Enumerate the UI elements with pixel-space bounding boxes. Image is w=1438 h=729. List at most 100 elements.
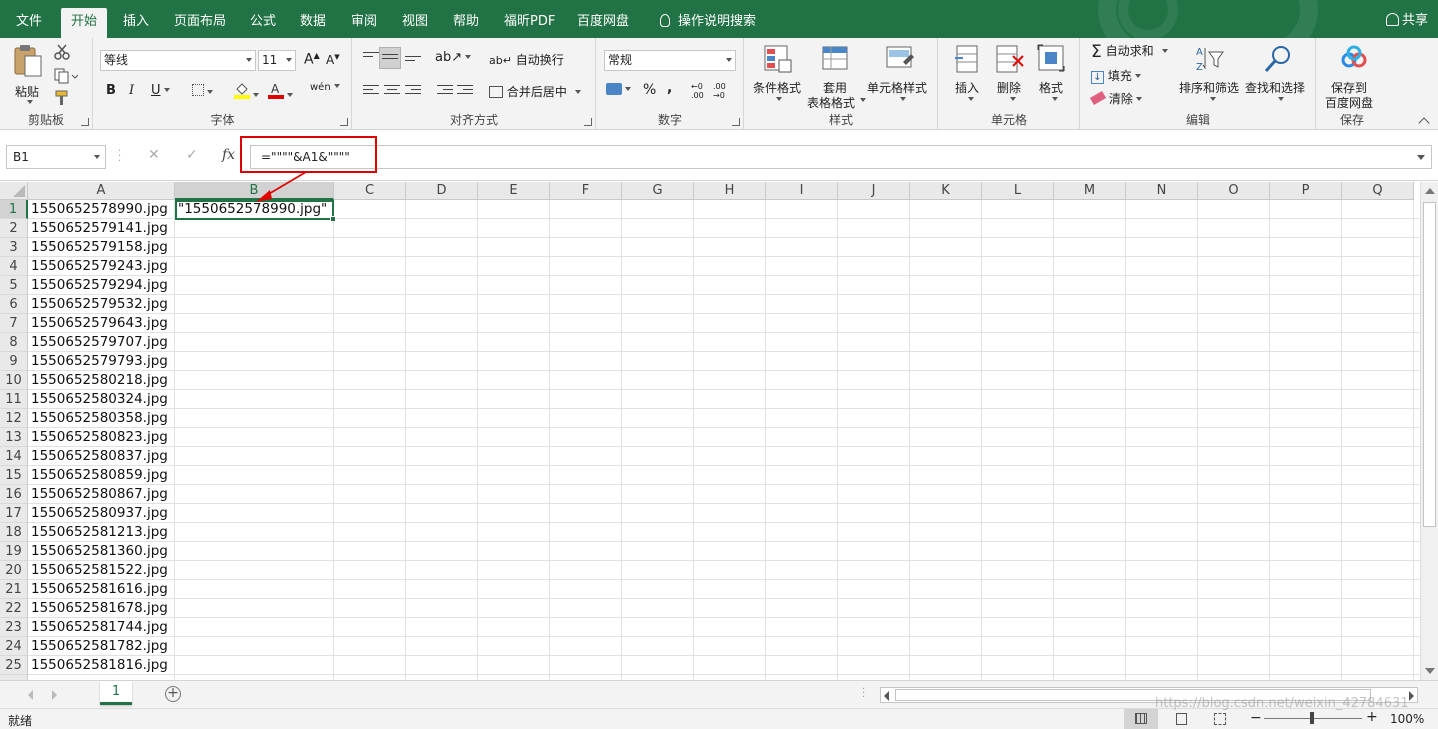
cell-a[interactable]: 1550652580837.jpg bbox=[28, 447, 168, 466]
scroll-thumb[interactable] bbox=[1423, 202, 1436, 527]
column-header-h[interactable]: H bbox=[694, 182, 766, 200]
column-header-d[interactable]: D bbox=[406, 182, 478, 200]
add-sheet-icon[interactable]: + bbox=[165, 686, 181, 702]
font-name-select[interactable]: 等线 bbox=[100, 50, 256, 71]
zoom-out-icon[interactable]: − bbox=[1250, 710, 1262, 726]
row-header[interactable]: 5 bbox=[0, 276, 28, 295]
italic-button[interactable]: I bbox=[129, 83, 134, 98]
tab-baidu-netdisk[interactable]: 百度网盘 bbox=[567, 8, 639, 38]
borders-button[interactable] bbox=[192, 84, 213, 99]
autosum-button[interactable]: Σ 自动求和 bbox=[1091, 42, 1168, 62]
align-right-icon[interactable] bbox=[405, 85, 421, 97]
row-header[interactable]: 8 bbox=[0, 333, 28, 352]
column-header-c[interactable]: C bbox=[334, 182, 406, 200]
cell-a[interactable]: 1550652579532.jpg bbox=[28, 295, 168, 314]
row-header[interactable]: 2 bbox=[0, 219, 28, 238]
tell-me-search[interactable]: 操作说明搜索 bbox=[650, 8, 766, 38]
decrease-indent-icon[interactable] bbox=[437, 85, 453, 97]
horizontal-scrollbar[interactable] bbox=[880, 687, 1418, 703]
page-break-view-icon[interactable] bbox=[1214, 713, 1226, 725]
cell-a[interactable]: 1550652581816.jpg bbox=[28, 656, 168, 675]
column-header-g[interactable]: G bbox=[622, 182, 694, 200]
align-bottom-icon[interactable] bbox=[405, 56, 421, 68]
column-header-n[interactable]: N bbox=[1126, 182, 1198, 200]
normal-view-button[interactable] bbox=[1124, 709, 1158, 729]
next-sheet-icon[interactable] bbox=[52, 690, 57, 700]
align-top-icon[interactable] bbox=[363, 52, 379, 64]
dialog-launcher-icon[interactable] bbox=[732, 118, 740, 126]
row-header[interactable]: 6 bbox=[0, 295, 28, 314]
cell-a[interactable]: 1550652581678.jpg bbox=[28, 599, 168, 618]
column-header-o[interactable]: O bbox=[1198, 182, 1270, 200]
fill-color-button[interactable] bbox=[234, 81, 259, 102]
column-header-p[interactable]: P bbox=[1270, 182, 1342, 200]
row-header[interactable]: 1 bbox=[0, 200, 28, 219]
cell-a[interactable]: 1550652579294.jpg bbox=[28, 276, 168, 295]
clear-button[interactable]: 清除 bbox=[1089, 90, 1142, 107]
worksheet-grid[interactable]: ABCDEFGHIJKLMNOPQ 1 2 3 4 5 6 7 8 9 10 11 12 13 14 15 1… bbox=[0, 182, 1420, 680]
cell-a[interactable]: 1550652579243.jpg bbox=[28, 257, 168, 276]
number-format-select[interactable]: 常规 bbox=[604, 50, 736, 71]
merge-center-button[interactable]: 合并后居中 bbox=[489, 83, 581, 100]
font-size-select[interactable]: 11 bbox=[258, 50, 296, 71]
tab-foxit-pdf[interactable]: 福昕PDF bbox=[494, 8, 565, 38]
row-header[interactable]: 16 bbox=[0, 485, 28, 504]
row-header[interactable]: 3 bbox=[0, 238, 28, 257]
orientation-button[interactable]: ab↗ bbox=[435, 50, 472, 65]
row-header[interactable]: 4 bbox=[0, 257, 28, 276]
percent-button[interactable]: % bbox=[643, 82, 656, 98]
conditional-formatting-button[interactable]: 条件格式 bbox=[751, 44, 803, 109]
scroll-right-icon[interactable] bbox=[1409, 691, 1414, 701]
cell-a[interactable]: 1550652581616.jpg bbox=[28, 580, 168, 599]
cell-a[interactable]: 1550652580859.jpg bbox=[28, 466, 168, 485]
chevron-down-icon[interactable] bbox=[1417, 155, 1425, 160]
paste-button[interactable]: 粘贴 bbox=[10, 44, 46, 104]
column-header-q[interactable]: Q bbox=[1342, 182, 1414, 200]
column-header-k[interactable]: K bbox=[910, 182, 982, 200]
tab-page-layout[interactable]: 页面布局 bbox=[164, 8, 236, 38]
row-header[interactable]: 20 bbox=[0, 561, 28, 580]
prev-sheet-icon[interactable] bbox=[28, 690, 33, 700]
delete-cells-button[interactable]: 删除 bbox=[991, 44, 1029, 109]
row-header[interactable]: 12 bbox=[0, 409, 28, 428]
cell-a[interactable]: 1550652580218.jpg bbox=[28, 371, 168, 390]
scroll-up-icon[interactable] bbox=[1425, 188, 1435, 194]
cell-a[interactable]: 1550652580867.jpg bbox=[28, 485, 168, 504]
cell-a[interactable]: 1550652580324.jpg bbox=[28, 390, 168, 409]
column-header-j[interactable]: J bbox=[838, 182, 910, 200]
shrink-font-button[interactable]: A▼ bbox=[326, 53, 340, 67]
enter-icon[interactable]: ✓ bbox=[186, 147, 198, 163]
cut-icon[interactable] bbox=[54, 44, 70, 60]
tab-help[interactable]: 帮助 bbox=[443, 8, 489, 38]
column-header-l[interactable]: L bbox=[982, 182, 1054, 200]
format-cells-button[interactable]: 格式 bbox=[1035, 44, 1073, 109]
fill-button[interactable]: ↓ 填充 bbox=[1091, 67, 1141, 84]
dialog-launcher-icon[interactable] bbox=[584, 118, 592, 126]
row-header[interactable]: 15 bbox=[0, 466, 28, 485]
column-header-e[interactable]: E bbox=[478, 182, 550, 200]
tab-file[interactable]: 文件 bbox=[6, 8, 52, 38]
row-header[interactable]: 17 bbox=[0, 504, 28, 523]
phonetic-button[interactable]: wén bbox=[310, 82, 340, 93]
row-header[interactable]: 9 bbox=[0, 352, 28, 371]
row-header[interactable]: 10 bbox=[0, 371, 28, 390]
align-middle-button[interactable] bbox=[379, 47, 401, 69]
cell-a[interactable]: 1550652579643.jpg bbox=[28, 314, 168, 333]
cell-a[interactable]: 1550652581213.jpg bbox=[28, 523, 168, 542]
align-center-icon[interactable] bbox=[384, 85, 400, 97]
select-all-corner[interactable] bbox=[0, 182, 28, 200]
scroll-thumb[interactable] bbox=[895, 689, 1371, 701]
comma-button[interactable]: , bbox=[667, 80, 672, 96]
dialog-launcher-icon[interactable] bbox=[340, 118, 348, 126]
cell-a[interactable]: 1550652579793.jpg bbox=[28, 352, 168, 371]
row-header[interactable]: 22 bbox=[0, 599, 28, 618]
page-layout-view-icon[interactable] bbox=[1176, 713, 1187, 725]
dialog-launcher-icon[interactable] bbox=[81, 118, 89, 126]
tab-home[interactable]: 开始 bbox=[61, 8, 108, 38]
tab-formulas[interactable]: 公式 bbox=[240, 8, 286, 38]
cell-a[interactable]: 1550652581522.jpg bbox=[28, 561, 168, 580]
row-header[interactable]: 24 bbox=[0, 637, 28, 656]
zoom-in-icon[interactable]: + bbox=[1366, 709, 1378, 725]
wrap-text-button[interactable]: ab↵ 自动换行 bbox=[489, 51, 564, 68]
zoom-level[interactable]: 100% bbox=[1390, 712, 1424, 726]
